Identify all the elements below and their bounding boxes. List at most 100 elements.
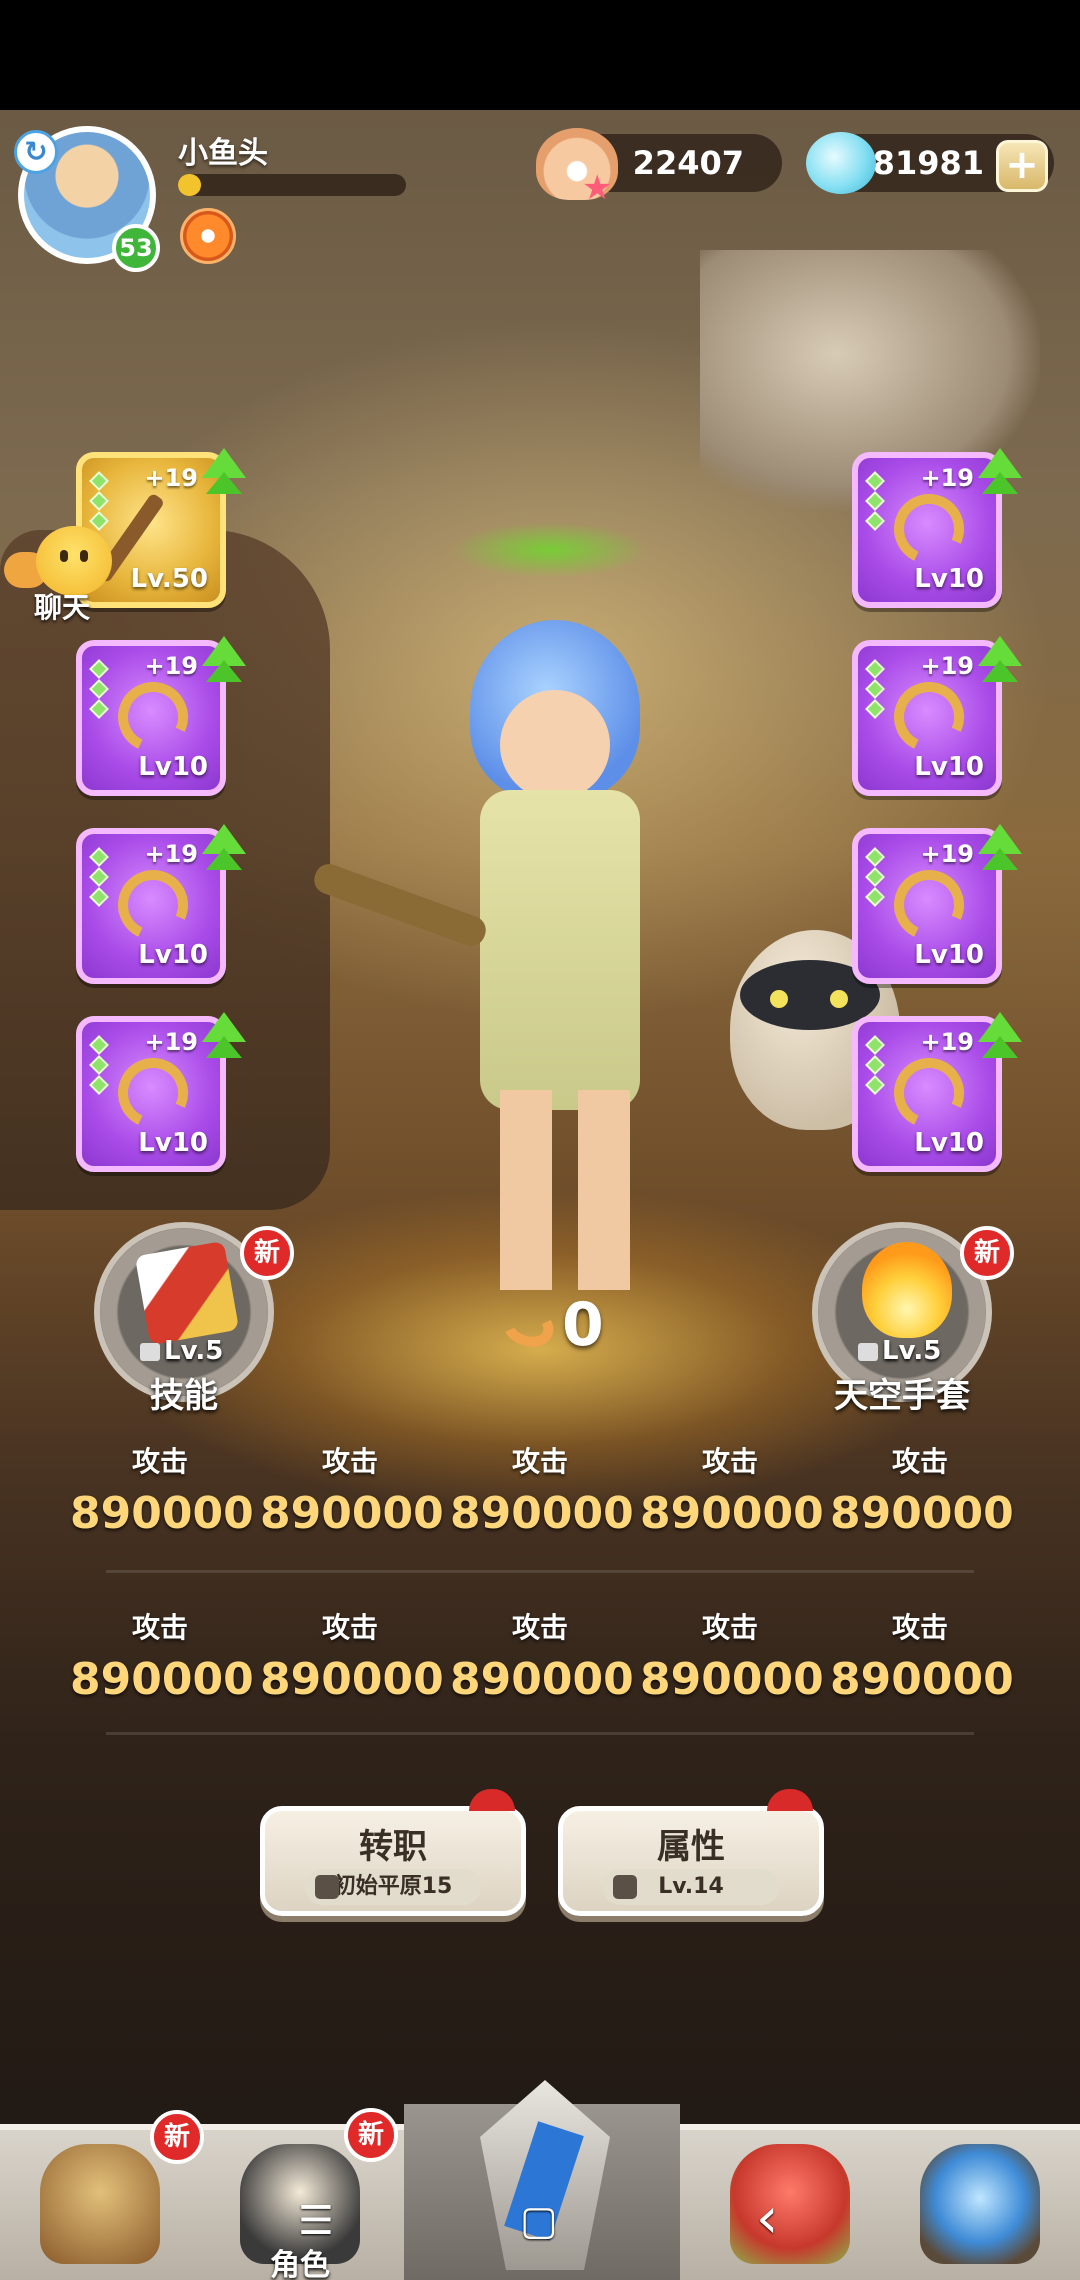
stat-label: 攻击 bbox=[891, 1611, 948, 1644]
stat-item: 攻击 890000 bbox=[830, 1606, 1014, 1705]
item-level: Lv10 bbox=[914, 752, 984, 782]
stat-item: 攻击 890000 bbox=[640, 1606, 824, 1705]
equipment-slot-right-4[interactable]: +19 Lv10 bbox=[852, 1012, 1022, 1172]
upgrade-arrow-icon bbox=[982, 1036, 1018, 1058]
stat-value: 890000 bbox=[450, 1488, 634, 1539]
equipment-slot-right-3[interactable]: +19 Lv10 bbox=[852, 824, 1022, 984]
lock-icon bbox=[613, 1875, 637, 1899]
nav-item-label: 角色 bbox=[270, 2248, 330, 2280]
stat-item: 攻击 890000 bbox=[260, 1606, 444, 1705]
upgrade-arrow-icon bbox=[982, 472, 1018, 494]
exp-bar bbox=[178, 174, 406, 196]
gloves-lock-level: Lv.5 bbox=[858, 1336, 941, 1366]
egg-eye bbox=[830, 990, 848, 1008]
upgrade-arrow-icon bbox=[982, 848, 1018, 870]
skill-lock-level: Lv.5 bbox=[140, 1336, 223, 1366]
shell-amount: 22407 bbox=[632, 144, 744, 182]
enhance-level: +19 bbox=[144, 652, 198, 680]
upgrade-arrow-icon bbox=[206, 848, 242, 870]
lock-icon bbox=[858, 1343, 878, 1361]
stats-row-1: 攻击 890000 攻击 890000 攻击 890000 攻击 890000 攻击 89… bbox=[70, 1440, 1014, 1539]
enhance-level: +19 bbox=[920, 840, 974, 868]
item-level: Lv.50 bbox=[130, 564, 208, 594]
guild-emblem-icon[interactable] bbox=[180, 208, 236, 264]
stat-value: 890000 bbox=[830, 1488, 1014, 1539]
skill-card-icon bbox=[134, 1240, 240, 1346]
caveman-icon bbox=[40, 2144, 160, 2264]
stat-value: 890000 bbox=[260, 1654, 444, 1705]
stat-label: 攻击 bbox=[701, 1445, 758, 1478]
new-badge: 新 bbox=[344, 2108, 398, 2162]
item-level: Lv10 bbox=[138, 940, 208, 970]
stat-label: 攻击 bbox=[131, 1445, 188, 1478]
enhance-level: +19 bbox=[144, 1028, 198, 1056]
stat-label: 攻击 bbox=[511, 1611, 568, 1644]
chat-label[interactable]: 聊天 bbox=[34, 586, 90, 626]
equipment-slot-right-1[interactable]: +19 Lv10 bbox=[852, 448, 1022, 608]
stat-label: 攻击 bbox=[511, 1445, 568, 1478]
monster-icon bbox=[730, 2144, 850, 2264]
character-body bbox=[480, 790, 640, 1110]
equipment-slot-left-3[interactable]: +19 Lv10 bbox=[76, 824, 246, 984]
stat-item: 攻击 890000 bbox=[450, 1606, 634, 1705]
gem-level-icon bbox=[89, 847, 110, 910]
stat-item: 攻击 890000 bbox=[830, 1440, 1014, 1539]
job-change-button[interactable]: 转职 初始平原15 bbox=[260, 1789, 526, 1916]
player-name: 小鱼头 bbox=[178, 136, 268, 171]
enhance-level: +19 bbox=[144, 464, 198, 492]
player-character[interactable] bbox=[310, 490, 720, 1310]
gem-level-icon bbox=[89, 659, 110, 722]
add-currency-button[interactable]: + bbox=[996, 140, 1048, 192]
lock-icon bbox=[140, 1343, 160, 1361]
starfish-icon: ★ bbox=[582, 168, 613, 208]
attributes-title: 属性 bbox=[657, 1827, 725, 1867]
lock-icon bbox=[315, 1875, 339, 1899]
attributes-button[interactable]: 属性 Lv.14 bbox=[558, 1789, 824, 1916]
gem-icon bbox=[806, 132, 876, 194]
upgrade-arrow-icon bbox=[206, 660, 242, 682]
system-back-icon[interactable]: ‹ bbox=[756, 2186, 778, 2251]
necklace-icon bbox=[884, 1048, 974, 1138]
job-change-requirement: 初始平原15 bbox=[305, 1869, 481, 1905]
sync-icon[interactable]: ↻ bbox=[14, 130, 58, 174]
gem-level-icon bbox=[865, 659, 886, 722]
equipment-slot-right-2[interactable]: +19 Lv10 bbox=[852, 636, 1022, 796]
enhance-level: +19 bbox=[920, 652, 974, 680]
system-menu-icon[interactable]: ☰ bbox=[298, 2198, 334, 2244]
enhance-level: +19 bbox=[920, 1028, 974, 1056]
gem-level-icon bbox=[865, 847, 886, 910]
equipment-slot-left-4[interactable]: +19 Lv10 bbox=[76, 1012, 246, 1172]
stat-item: 攻击 890000 bbox=[70, 1440, 254, 1539]
item-level: Lv10 bbox=[914, 940, 984, 970]
necklace-icon bbox=[108, 672, 198, 762]
stat-item: 攻击 890000 bbox=[260, 1440, 444, 1539]
new-badge: 新 bbox=[960, 1226, 1014, 1280]
leaf-hat bbox=[400, 490, 700, 640]
stat-label: 攻击 bbox=[701, 1611, 758, 1644]
gem-level-icon bbox=[89, 471, 110, 534]
stat-value: 890000 bbox=[70, 1654, 254, 1705]
necklace-icon bbox=[884, 484, 974, 574]
stat-value: 890000 bbox=[70, 1488, 254, 1539]
stat-label: 攻击 bbox=[321, 1611, 378, 1644]
stat-value: 890000 bbox=[830, 1654, 1014, 1705]
system-home-icon[interactable]: ▢ bbox=[520, 2198, 558, 2244]
nav-item-monster[interactable] bbox=[700, 2134, 880, 2280]
upgrade-arrow-icon bbox=[206, 472, 242, 494]
player-level-badge: 53 bbox=[112, 224, 160, 272]
enhance-level: +19 bbox=[144, 840, 198, 868]
stats-divider bbox=[106, 1570, 974, 1573]
new-badge: 新 bbox=[240, 1226, 294, 1280]
upgrade-arrow-icon bbox=[206, 1036, 242, 1058]
stat-value: 890000 bbox=[450, 1654, 634, 1705]
character-face bbox=[500, 690, 610, 800]
necklace-icon bbox=[884, 672, 974, 762]
item-level: Lv10 bbox=[138, 752, 208, 782]
item-level: Lv10 bbox=[138, 1128, 208, 1158]
stat-label: 攻击 bbox=[321, 1445, 378, 1478]
nav-item-portal[interactable] bbox=[890, 2134, 1070, 2280]
stats-divider bbox=[106, 1732, 974, 1735]
exp-bar-fill bbox=[178, 174, 201, 196]
equipment-slot-left-2[interactable]: +19 Lv10 bbox=[76, 636, 246, 796]
enhance-level: +19 bbox=[920, 464, 974, 492]
